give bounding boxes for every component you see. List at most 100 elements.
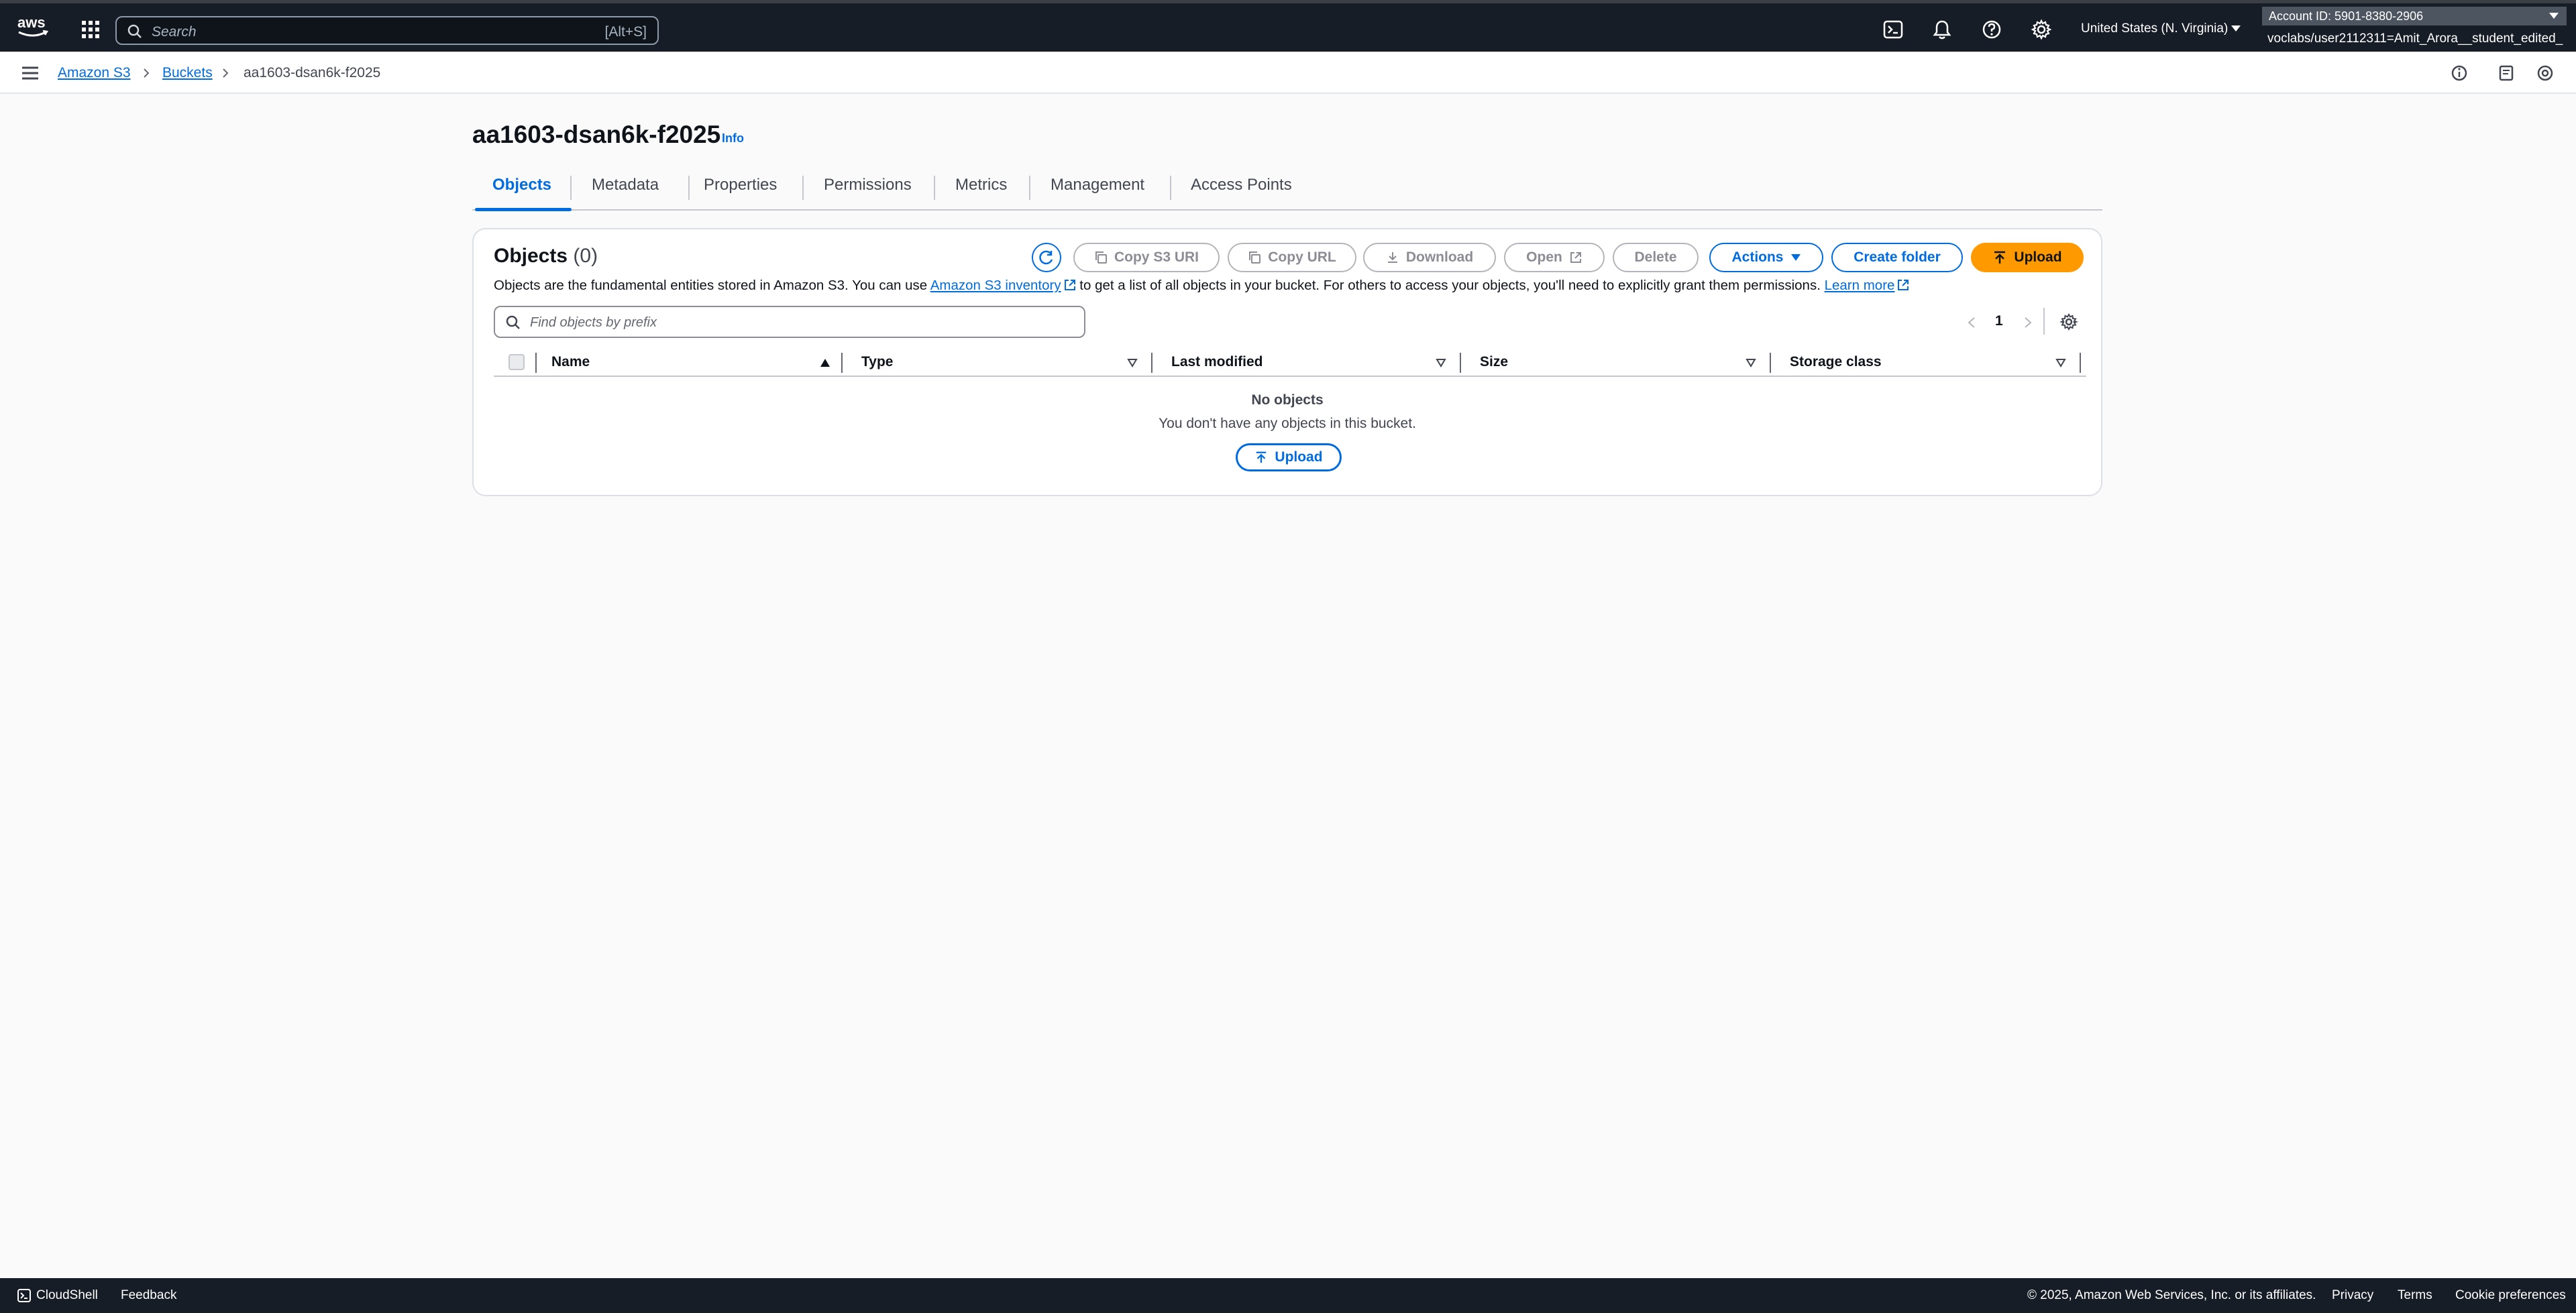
- select-all-checkbox[interactable]: [508, 354, 525, 370]
- delete-label: Delete: [1634, 249, 1677, 265]
- support-icon[interactable]: [2536, 64, 2555, 82]
- sort-icon[interactable]: [1127, 358, 1138, 367]
- download-button[interactable]: Download: [1363, 243, 1496, 272]
- tab-management[interactable]: Management: [1051, 176, 1144, 194]
- footer-cloudshell-link[interactable]: CloudShell: [36, 1288, 98, 1303]
- page-title: aa1603-dsan6k-f2025: [472, 121, 721, 148]
- copy-s3-uri-label: Copy S3 URI: [1114, 249, 1199, 265]
- copy-url-button[interactable]: Copy URL: [1228, 243, 1356, 272]
- tab-divider: [688, 176, 690, 200]
- region-selector[interactable]: United States (N. Virginia): [2081, 21, 2228, 36]
- tab-metrics[interactable]: Metrics: [955, 176, 1007, 194]
- tab-access-points[interactable]: Access Points: [1191, 176, 1292, 194]
- aws-logo[interactable]: aws: [16, 14, 50, 41]
- breadcrumb-current-bucket: aa1603-dsan6k-f2025: [244, 65, 381, 80]
- copy-url-label: Copy URL: [1268, 249, 1336, 265]
- objects-description: Objects are the fundamental entities sto…: [494, 278, 1909, 294]
- learn-more-link[interactable]: Learn more: [1825, 278, 1895, 293]
- sort-icon[interactable]: [1436, 358, 1446, 367]
- column-header-storage-class[interactable]: Storage class: [1790, 354, 1882, 370]
- services-grid-icon[interactable]: [80, 19, 101, 40]
- column-divider: [535, 353, 537, 373]
- copy-icon: [1095, 251, 1107, 264]
- cloudshell-icon[interactable]: [1882, 18, 1904, 41]
- pager-divider: [2043, 308, 2045, 335]
- global-search-input[interactable]: Search [Alt+S]: [115, 16, 659, 45]
- tab-divider: [1170, 176, 1171, 200]
- empty-upload-label: Upload: [1275, 449, 1323, 465]
- breadcrumb-amazon-s3[interactable]: Amazon S3: [58, 65, 131, 81]
- column-divider: [2080, 353, 2081, 373]
- cloudshell-icon[interactable]: [17, 1289, 31, 1302]
- footer-terms-link[interactable]: Terms: [2398, 1288, 2432, 1303]
- account-menu[interactable]: Account ID: 5901-8380-2906: [2262, 7, 2567, 25]
- delete-button[interactable]: Delete: [1613, 243, 1699, 272]
- sort-icon[interactable]: [2055, 358, 2066, 367]
- search-placeholder: Search: [152, 24, 197, 40]
- external-link-icon: [1064, 280, 1075, 290]
- breadcrumb-bar: Amazon S3 Buckets aa1603-dsan6k-f2025: [0, 52, 2576, 94]
- top-navigation: aws Search [Alt+S] United States (N. Vir…: [0, 0, 2576, 52]
- tab-properties[interactable]: Properties: [704, 176, 777, 194]
- footer-privacy-link[interactable]: Privacy: [2332, 1288, 2373, 1303]
- create-folder-label: Create folder: [1854, 249, 1941, 265]
- tab-metadata[interactable]: Metadata: [592, 176, 659, 194]
- search-shortcut: [Alt+S]: [604, 24, 647, 40]
- description-text-1: Objects are the fundamental entities sto…: [494, 278, 930, 293]
- open-button[interactable]: Open: [1504, 243, 1605, 272]
- actions-dropdown[interactable]: Actions: [1709, 243, 1823, 272]
- upload-icon: [1994, 251, 2006, 264]
- sort-icon[interactable]: [1746, 358, 1756, 367]
- column-header-name[interactable]: Name: [551, 354, 590, 370]
- tab-divider: [570, 176, 572, 200]
- notifications-bell-icon[interactable]: [1931, 18, 1953, 41]
- footer-feedback-link[interactable]: Feedback: [121, 1288, 176, 1303]
- actions-label: Actions: [1731, 249, 1784, 265]
- sort-ascending-icon[interactable]: [820, 358, 830, 367]
- column-header-last-modified[interactable]: Last modified: [1171, 354, 1263, 370]
- page-number[interactable]: 1: [1995, 313, 2003, 329]
- breadcrumb-buckets[interactable]: Buckets: [162, 65, 213, 81]
- search-icon: [127, 24, 142, 38]
- tab-objects[interactable]: Objects: [492, 176, 551, 194]
- footer: CloudShell Feedback © 2025, Amazon Web S…: [0, 1278, 2576, 1313]
- upload-icon: [1256, 451, 1267, 463]
- s3-inventory-link[interactable]: Amazon S3 inventory: [930, 278, 1061, 293]
- help-icon[interactable]: [1980, 18, 2003, 41]
- previous-page-icon[interactable]: [1967, 317, 1976, 329]
- refresh-icon: [1039, 250, 1053, 265]
- external-link-icon: [1570, 252, 1581, 263]
- table-preferences-gear-icon[interactable]: [2059, 312, 2078, 331]
- bucket-tabs: Objects Metadata Properties Permissions …: [472, 173, 2102, 211]
- tab-divider: [1029, 176, 1030, 200]
- copy-s3-uri-button[interactable]: Copy S3 URI: [1073, 243, 1220, 272]
- column-divider: [1151, 353, 1152, 373]
- next-page-icon[interactable]: [2023, 317, 2033, 329]
- download-label: Download: [1405, 249, 1474, 265]
- find-objects-input[interactable]: Find objects by prefix: [494, 306, 1085, 338]
- objects-table-header: Name Type Last modified Size Storage cla…: [494, 347, 2086, 377]
- footer-copyright: © 2025, Amazon Web Services, Inc. or its…: [2027, 1288, 2316, 1302]
- settings-gear-icon[interactable]: [2030, 18, 2053, 41]
- column-header-size[interactable]: Size: [1480, 354, 1508, 370]
- info-link[interactable]: Info: [722, 131, 744, 146]
- account-caret-icon: [2549, 13, 2559, 19]
- chevron-right-icon: [223, 68, 229, 78]
- hamburger-menu-icon[interactable]: [21, 66, 39, 80]
- external-link-icon: [1898, 280, 1909, 290]
- refresh-button[interactable]: [1032, 243, 1061, 272]
- column-header-type[interactable]: Type: [861, 354, 893, 370]
- caret-down-icon: [1790, 254, 1801, 261]
- footer-cookie-preferences-link[interactable]: Cookie preferences: [2455, 1288, 2566, 1303]
- create-folder-button[interactable]: Create folder: [1831, 243, 1963, 272]
- copy-icon: [1249, 251, 1261, 264]
- tab-permissions[interactable]: Permissions: [824, 176, 912, 194]
- info-panel-icon[interactable]: [2450, 64, 2469, 82]
- upload-button[interactable]: Upload: [1971, 243, 2084, 272]
- notes-icon[interactable]: [2497, 64, 2516, 82]
- empty-state-upload-button[interactable]: Upload: [1236, 443, 1342, 471]
- account-user[interactable]: voclabs/user2112311=Amit_Arora__student_…: [2267, 32, 2563, 46]
- download-icon: [1387, 252, 1397, 263]
- empty-state-title: No objects: [1251, 392, 1324, 408]
- column-divider: [841, 353, 843, 373]
